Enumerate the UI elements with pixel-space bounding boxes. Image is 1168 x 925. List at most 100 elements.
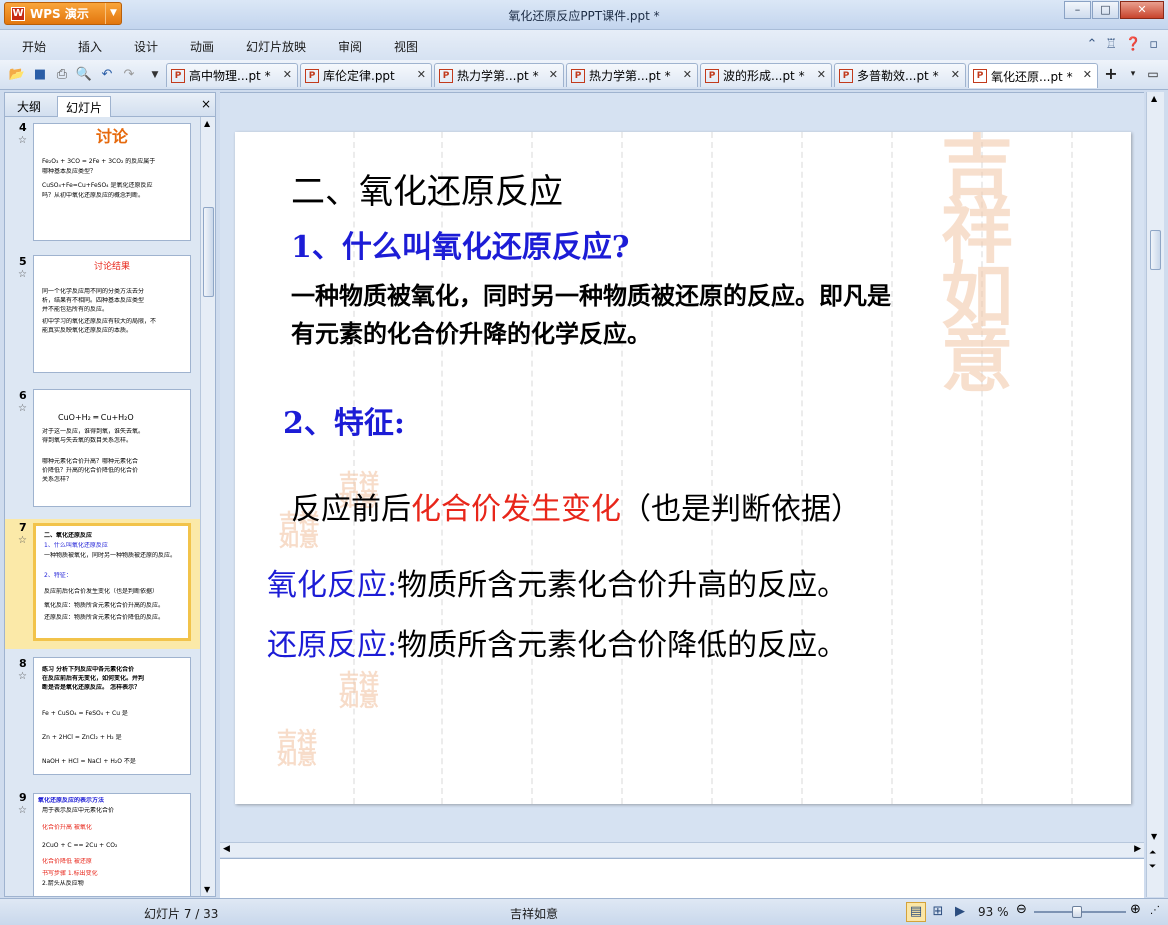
scrollbar-thumb[interactable] bbox=[203, 207, 214, 297]
reduction-desc: 物质所含元素化合价降低的反应。 bbox=[397, 628, 848, 663]
help-icon[interactable]: ❓ bbox=[1125, 37, 1141, 52]
scroll-up-icon[interactable]: ▲ bbox=[1151, 94, 1157, 103]
thumbnail-slide-5[interactable]: 5 ☆ 讨论结果 同一个化学反应用不同的分类方法去分 析，结果有不相同。四种基本… bbox=[5, 253, 201, 381]
thumb-line: 得到氧与失去氧的数目关系怎样。 bbox=[42, 437, 133, 444]
notes-pane[interactable] bbox=[220, 858, 1144, 898]
doc-tab-5[interactable]: P 波的形成...pt * ✕ bbox=[700, 63, 832, 87]
zoom-slider-knob[interactable] bbox=[1072, 906, 1082, 918]
menu-design[interactable]: 设计 bbox=[134, 38, 158, 55]
print-icon[interactable]: ⎙ bbox=[53, 66, 71, 84]
thumb-line: 2.箭头从反应物 bbox=[42, 880, 84, 887]
slide-sorter-icon[interactable]: ⊞ bbox=[928, 902, 948, 922]
close-tab-icon[interactable]: ✕ bbox=[549, 68, 558, 81]
window-controls: – □ ✕ bbox=[1063, 1, 1164, 19]
tab-outline[interactable]: 大纲 bbox=[9, 96, 49, 117]
restore-pane-icon[interactable]: ▭ bbox=[1142, 64, 1164, 86]
panel-tabs: 大纲 幻灯片 × bbox=[5, 93, 215, 117]
menu-review[interactable]: 审阅 bbox=[338, 38, 362, 55]
collapse-ribbon-icon[interactable]: ⌃ bbox=[1086, 37, 1097, 52]
tab-slides[interactable]: 幻灯片 bbox=[57, 96, 112, 117]
slide-title[interactable]: 二、氧化还原反应 bbox=[291, 164, 563, 213]
thumb-line: 还原反应：物质所含元素化合价降低的反应。 bbox=[44, 614, 165, 621]
status-bar: 幻灯片 7 / 33 吉祥如意 ▤ ⊞ ▶ 93 % ⊖ ⊕ ⋰ bbox=[0, 898, 1168, 925]
menu-home[interactable]: 开始 bbox=[22, 38, 46, 55]
thumbnail-slide-6[interactable]: 6 ☆ CuO+H₂ ═ Cu+H₂O 对于这一反应，谁得到氧，谁失去氧。 得到… bbox=[5, 387, 201, 515]
zoom-out-icon[interactable]: ⊖ bbox=[1016, 902, 1027, 917]
doc-tab-1[interactable]: P 高中物理...pt * ✕ bbox=[166, 63, 298, 87]
close-tab-icon[interactable]: ✕ bbox=[817, 68, 826, 81]
customize-toolbar-icon[interactable]: ▼ bbox=[146, 66, 164, 84]
thumb-line: 关系怎样？ bbox=[42, 476, 73, 483]
doc-tab-3[interactable]: P 热力学第...pt * ✕ bbox=[434, 63, 564, 87]
next-slide-icon[interactable]: ⏷ bbox=[1149, 862, 1156, 872]
thumb-line: 对于这一反应，谁得到氧，谁失去氧。 bbox=[42, 428, 145, 435]
scroll-down-icon[interactable]: ▼ bbox=[1151, 832, 1157, 841]
normal-view-icon[interactable]: ▤ bbox=[906, 902, 926, 922]
horizontal-scrollbar[interactable]: ◀ ▶ bbox=[220, 842, 1144, 857]
close-button[interactable]: ✕ bbox=[1120, 1, 1164, 19]
scroll-right-icon[interactable]: ▶ bbox=[1134, 844, 1141, 854]
doc-tab-7-active[interactable]: P 氧化还原...pt * ✕ bbox=[968, 63, 1098, 88]
undo-icon[interactable]: ↶ bbox=[98, 66, 116, 84]
zoom-in-icon[interactable]: ⊕ bbox=[1130, 902, 1141, 917]
thumbnail-slide-9[interactable]: 9 ☆ 氧化还原反应的表示方法 用于表示反应中元素化合价 化合价升高 被氧化 2… bbox=[5, 789, 201, 896]
menu-insert[interactable]: 插入 bbox=[78, 38, 102, 55]
basis-line[interactable]: 反应前后化合价发生变化（也是判断依据） bbox=[291, 484, 861, 528]
close-tab-icon[interactable]: ✕ bbox=[683, 68, 692, 81]
previous-slide-icon[interactable]: ⏶ bbox=[1149, 848, 1156, 858]
thumb-line: CuSO₄+Fe=Cu+FeSO₄ 是氧化还原反应 bbox=[42, 182, 153, 189]
redo-icon[interactable]: ↷ bbox=[120, 66, 138, 84]
slide-question[interactable]: 1、什么叫氧化还原反应? bbox=[291, 222, 629, 266]
thumb-line: 化合价降低 被还原 bbox=[42, 858, 92, 865]
close-panel-icon[interactable]: × bbox=[201, 97, 211, 111]
slide-vertical-scrollbar[interactable]: ▲ ▼ ⏶ ⏷ bbox=[1146, 92, 1164, 897]
doc-tab-label: 热力学第...pt * bbox=[457, 69, 539, 83]
reduction-line[interactable]: 还原反应:物质所含元素化合价降低的反应。 bbox=[267, 620, 847, 664]
slides-panel: 大纲 幻灯片 × 4 ☆ 讨论 Fe₂O₃ + 3CO = 2Fe + 3CO₂… bbox=[4, 92, 216, 897]
ppt-file-icon: P bbox=[839, 68, 853, 83]
close-tab-icon[interactable]: ✕ bbox=[951, 68, 960, 81]
oxidation-line[interactable]: 氧化反应:物质所含元素化合价升高的反应。 bbox=[267, 560, 847, 604]
scrollbar-thumb[interactable] bbox=[1150, 230, 1161, 270]
slideshow-icon[interactable]: ▶ bbox=[950, 902, 970, 922]
doc-tab-4[interactable]: P 热力学第...pt * ✕ bbox=[566, 63, 698, 87]
new-tab-button[interactable]: + bbox=[1100, 64, 1122, 86]
slide-canvas[interactable]: 吉祥如意 吉祥如意 吉祥如意 吉祥如意 吉祥如意 二、氧化还原反应 1、什么叫氧… bbox=[235, 132, 1131, 804]
seal-watermark-small: 吉祥如意 bbox=[339, 671, 385, 709]
close-tab-icon[interactable]: ✕ bbox=[1083, 68, 1092, 81]
definition-line-2[interactable]: 有元素的化合价升降的化学反应。 bbox=[291, 314, 651, 349]
thumb-line: 氧化反应：物质所含元素化合价升高的反应。 bbox=[44, 602, 165, 609]
minimize-button[interactable]: – bbox=[1064, 1, 1091, 19]
thumb-line: 2CuO + C == 2Cu + CO₂ bbox=[42, 842, 118, 849]
close-tab-icon[interactable]: ✕ bbox=[283, 68, 292, 81]
restore-icon[interactable]: ▫ bbox=[1149, 37, 1158, 52]
slide-number: 8 bbox=[19, 657, 27, 670]
scroll-left-icon[interactable]: ◀ bbox=[223, 844, 230, 854]
doc-tab-6[interactable]: P 多普勒效...pt * ✕ bbox=[834, 63, 966, 87]
menu-view[interactable]: 视图 bbox=[394, 38, 418, 55]
thumb-line: 用于表示反应中元素化合价 bbox=[42, 807, 115, 814]
tab-list-icon[interactable]: ▾ bbox=[1122, 64, 1144, 86]
close-tab-icon[interactable]: ✕ bbox=[417, 68, 426, 81]
reduction-term: 还原反应: bbox=[267, 628, 398, 663]
scroll-up-icon[interactable]: ▲ bbox=[204, 119, 210, 128]
print-preview-icon[interactable]: 🔍 bbox=[75, 66, 93, 84]
save-icon[interactable]: ■ bbox=[31, 66, 49, 84]
thumbnail-slide-7-selected[interactable]: 7 ☆ 二、氧化还原反应 1、什么叫氧化还原反应 一种物质被氧化，同时另一种物质… bbox=[5, 519, 201, 649]
maximize-button[interactable]: □ bbox=[1092, 1, 1119, 19]
doc-tab-2[interactable]: P 库伦定律.ppt ✕ bbox=[300, 63, 432, 87]
skin-icon[interactable]: ♖ bbox=[1105, 37, 1117, 52]
thumbnail-slide-4[interactable]: 4 ☆ 讨论 Fe₂O₃ + 3CO = 2Fe + 3CO₂ 的反应属于 哪种… bbox=[5, 119, 201, 247]
menu-animation[interactable]: 动画 bbox=[190, 38, 214, 55]
scroll-down-icon[interactable]: ▼ bbox=[204, 885, 210, 894]
open-folder-icon[interactable]: 📂 bbox=[8, 66, 26, 84]
animation-star-icon: ☆ bbox=[18, 403, 27, 414]
animation-star-icon: ☆ bbox=[18, 535, 27, 546]
definition-line-1[interactable]: 一种物质被氧化，同时另一种物质被还原的反应。即凡是 bbox=[291, 276, 891, 311]
menu-slideshow[interactable]: 幻灯片放映 bbox=[246, 38, 306, 55]
zoom-slider[interactable] bbox=[1034, 906, 1126, 918]
thumbnail-scrollbar[interactable]: ▲ ▼ bbox=[200, 117, 215, 896]
thumbnail-slide-8[interactable]: 8 ☆ 练习 分析下列反应中各元素化合价 在反应前后有无变化，如何变化。并判 断… bbox=[5, 655, 201, 783]
feature-heading[interactable]: 2、特征: bbox=[283, 398, 405, 442]
doc-tab-label: 多普勒效...pt * bbox=[857, 69, 939, 83]
